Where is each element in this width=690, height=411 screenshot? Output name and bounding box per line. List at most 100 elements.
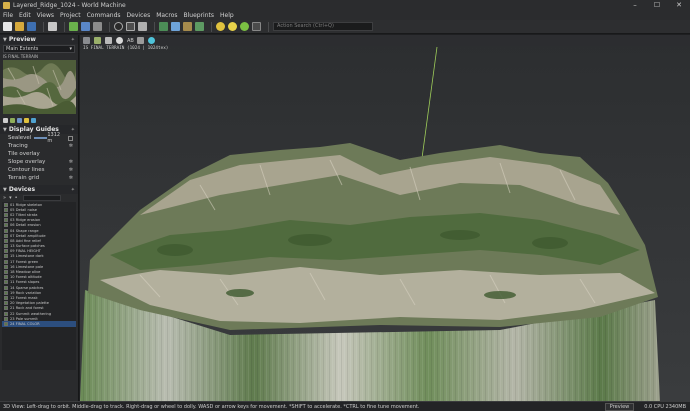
explorer-view-icon[interactable] xyxy=(195,22,204,31)
refresh-icon[interactable] xyxy=(3,117,8,123)
extents-icon[interactable] xyxy=(126,22,135,31)
preview-panel-header[interactable]: ▼ Preview ✦ xyxy=(0,35,78,44)
build-region-icon[interactable] xyxy=(81,22,90,31)
preview-source-value: Main Extents xyxy=(6,46,39,52)
build-icon[interactable] xyxy=(69,22,78,31)
guide-contour-lines[interactable]: Contour lines ✲ xyxy=(0,166,78,174)
device-search-input[interactable] xyxy=(22,195,61,201)
display-guides-header[interactable]: ▼ Display Guides ✦ xyxy=(0,125,78,134)
guide-slope-overlay[interactable]: Slope overlay ✲ xyxy=(0,158,78,166)
preview-header-label: Preview xyxy=(8,36,36,43)
collapse-icon[interactable]: ▼ xyxy=(3,187,7,193)
window-title: Layered_Ridge_1024 - World Machine xyxy=(13,1,126,9)
status-hint: 3D View: Left-drag to orbit. Middle-drag… xyxy=(3,403,420,410)
sealevel-value[interactable]: 1312 m xyxy=(47,132,65,144)
camera-icon[interactable] xyxy=(83,37,90,44)
preview-source-select[interactable]: Main Extents ▾ xyxy=(3,45,75,53)
device-thumbnail-icon xyxy=(4,311,8,316)
sealevel-slider[interactable] xyxy=(34,137,48,139)
pin-icon[interactable]: ✦ xyxy=(71,127,75,133)
device-thumbnail-icon xyxy=(4,244,8,249)
gear-icon[interactable]: ✲ xyxy=(69,167,73,173)
settings-icon[interactable] xyxy=(252,22,261,31)
menu-edit[interactable]: Edit xyxy=(19,12,31,19)
menu-project[interactable]: Project xyxy=(60,12,81,19)
guide-tracing[interactable]: Tracing ✲ xyxy=(0,142,78,150)
expand-all-icon[interactable]: » xyxy=(3,195,6,201)
device-thumbnail-icon xyxy=(4,218,8,223)
preview-thumbnail[interactable] xyxy=(3,60,76,114)
device-label: 11 Forest slopes xyxy=(10,280,40,285)
green-light-icon[interactable] xyxy=(240,22,249,31)
menu-macros[interactable]: Macros xyxy=(156,12,177,19)
new-file-icon[interactable] xyxy=(3,22,12,31)
viewport-caption: IS FINAL TERRAIN (1024 | 1024tex) xyxy=(83,46,169,51)
device-label: 21 Rock and forest xyxy=(10,306,44,311)
water-icon[interactable] xyxy=(31,117,36,123)
open-folder-icon[interactable] xyxy=(15,22,24,31)
grid-toggle-icon[interactable] xyxy=(105,37,112,44)
device-label: 12 Forest mask xyxy=(10,295,38,300)
device-label: 05 Detail noise xyxy=(10,207,38,212)
menu-blueprints[interactable]: Blueprints xyxy=(184,12,215,19)
device-label: 13 Surface patches xyxy=(10,244,45,249)
menu-help[interactable]: Help xyxy=(220,12,234,19)
device-label: 24 FINAL COLOR xyxy=(10,321,40,326)
device-view-icon[interactable] xyxy=(183,22,192,31)
sealevel-checkbox[interactable] xyxy=(68,135,73,141)
menu-file[interactable]: File xyxy=(3,12,13,19)
grid-icon[interactable] xyxy=(138,22,147,31)
chevron-down-icon: ▾ xyxy=(69,46,72,52)
light-icon[interactable] xyxy=(228,22,237,31)
layout-view-icon[interactable] xyxy=(171,22,180,31)
menu-views[interactable]: Views xyxy=(37,12,54,19)
preview-caption: IS FINAL TERRAIN xyxy=(3,54,38,59)
guide-tile-overlay[interactable]: Tile overlay xyxy=(0,150,78,158)
maximize-icon[interactable]: ☐ xyxy=(646,1,668,9)
menu-commands[interactable]: Commands xyxy=(87,12,121,19)
gear-icon[interactable]: ✲ xyxy=(69,143,73,149)
eye-icon[interactable] xyxy=(116,37,123,44)
3d-viewport[interactable]: AB IS FINAL TERRAIN (1024 | 1024tex) xyxy=(80,35,690,401)
terrain-view-icon[interactable] xyxy=(159,22,168,31)
minimize-icon[interactable]: – xyxy=(624,1,646,9)
terrain-render[interactable] xyxy=(80,35,690,401)
stop-build-icon[interactable] xyxy=(93,22,102,31)
lighting-mode-icon[interactable] xyxy=(147,37,155,44)
device-thumbnail-icon xyxy=(4,202,8,207)
action-search-input[interactable]: Action Search (Ctrl+Q) xyxy=(273,22,373,31)
undo-icon[interactable] xyxy=(48,22,57,31)
close-icon[interactable]: ✕ xyxy=(668,1,690,9)
collapse-icon[interactable]: ▼ xyxy=(3,127,7,133)
device-label: 08 Add fine relief xyxy=(10,238,41,243)
left-panel: ▼ Preview ✦ Main Extents ▾ IS FINAL TERR… xyxy=(0,35,79,401)
save-icon[interactable] xyxy=(27,22,36,31)
devices-header[interactable]: ▼ Devices ✦ xyxy=(0,185,78,194)
guide-terrain-grid[interactable]: Terrain grid ✲ xyxy=(0,174,78,182)
lighting-icon[interactable] xyxy=(24,117,29,123)
status-bar: 3D View: Left-drag to orbit. Middle-drag… xyxy=(0,401,690,411)
device-label: 22 Summit weathering xyxy=(10,311,52,316)
sun-icon[interactable] xyxy=(216,22,225,31)
render-mode-icon[interactable] xyxy=(94,37,101,44)
toolbar-divider xyxy=(211,21,212,32)
pin-icon[interactable]: ✦ xyxy=(71,187,75,193)
filter-icon[interactable]: ▾ xyxy=(9,195,12,201)
pin-icon[interactable]: ✦ xyxy=(71,37,75,43)
device-label: 16 Limestone pale xyxy=(10,264,44,269)
app-logo-icon xyxy=(3,1,10,9)
menu-devices[interactable]: Devices xyxy=(127,12,151,19)
device-list-item[interactable]: 24 FINAL COLOR xyxy=(2,321,76,327)
colour-mode-icon[interactable] xyxy=(17,117,22,123)
chevron-down-icon[interactable] xyxy=(136,37,144,44)
terrain-mode-icon[interactable] xyxy=(10,117,15,123)
device-label: 19 Rock variation xyxy=(10,290,42,295)
gear-icon[interactable]: ✲ xyxy=(69,159,73,165)
preview-button[interactable]: Preview xyxy=(604,402,635,411)
collapse-icon[interactable]: ▼ xyxy=(3,37,7,43)
add-icon[interactable]: • xyxy=(15,195,18,201)
ab-compare-button[interactable]: AB xyxy=(127,38,134,44)
target-icon[interactable] xyxy=(114,22,123,31)
title-bar: Layered_Ridge_1024 - World Machine – ☐ ✕ xyxy=(0,0,690,10)
gear-icon[interactable]: ✲ xyxy=(69,175,73,181)
